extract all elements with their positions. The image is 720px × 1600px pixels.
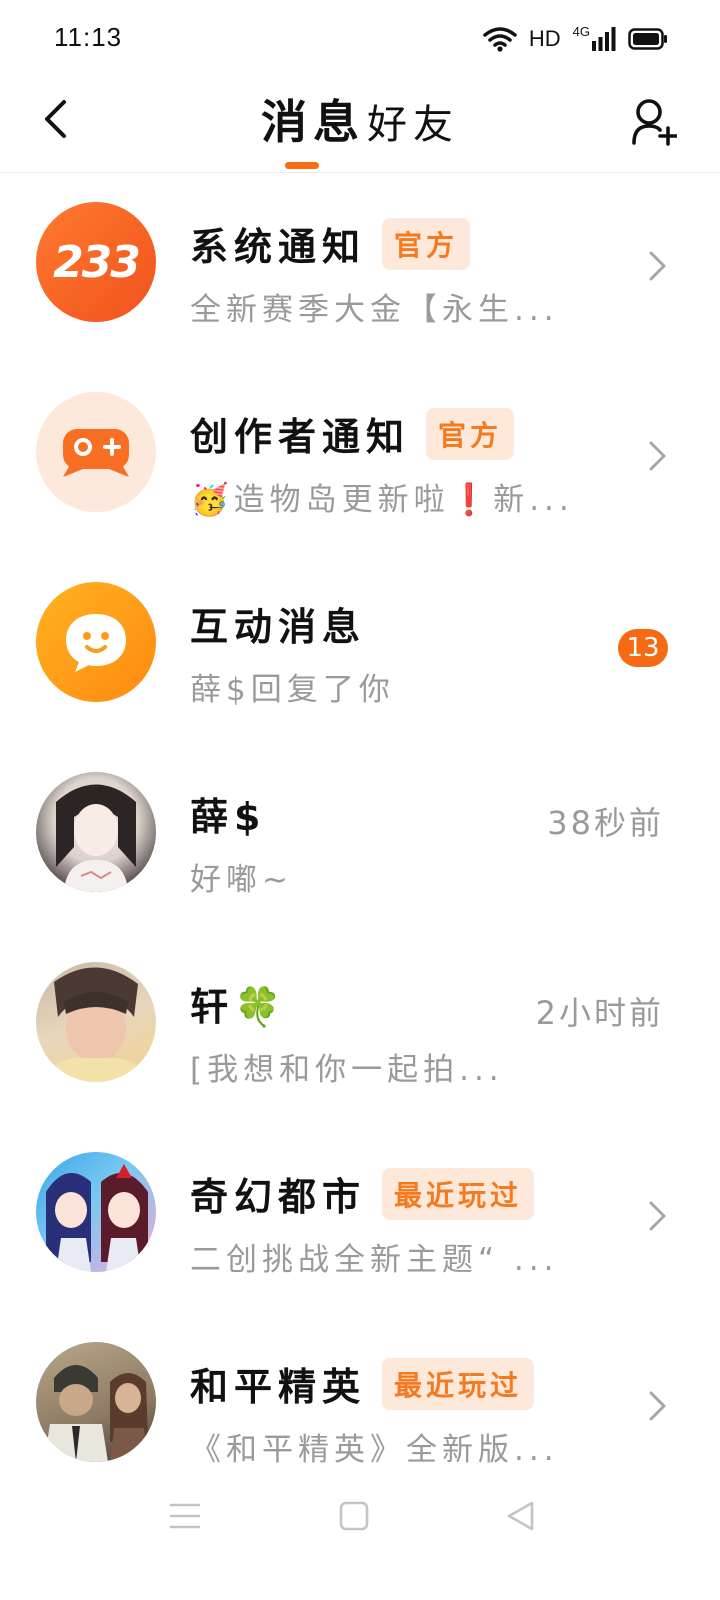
conversation-name: 互动消息 [190,605,367,649]
chevron-right-icon [649,1201,666,1231]
avatar-creator-notice [36,392,156,512]
gamepad-icon [63,429,129,477]
conversation-name: 轩🍀 [190,985,288,1029]
conversation-name: 系统通知 [190,225,367,269]
conversation-name: 和平精英 [190,1365,367,1409]
add-friend-button[interactable] [624,92,684,152]
avatar-system-notice: 233 [36,202,156,322]
message-preview: 二创挑战全新主题“ ... [190,1242,559,1278]
tab-messages[interactable]: 消息 [261,86,365,152]
recently-played-tag: 最近玩过 [382,1357,535,1410]
user-photo [56,784,136,892]
list-item-creator-notice[interactable]: 创作者通知 官方 🥳造物岛更新啦❗新... [0,362,720,552]
user-photo [46,967,146,1082]
official-tag: 官方 [426,407,515,460]
official-tag: 官方 [382,217,471,270]
tab-friends[interactable]: 好友 [367,92,459,150]
list-item-chat-xue[interactable]: 薛$ 好嘟~ 38秒前 [0,742,720,932]
chevron-right-icon [649,1391,666,1421]
avatar-game-cover [36,1342,156,1462]
chat-bubble-icon [66,614,126,672]
avatar-user-photo [36,772,156,892]
recently-played-tag: 最近玩过 [382,1167,535,1220]
back-triangle-icon [507,1501,534,1531]
avatar-user-photo [36,962,156,1082]
message-preview: 《和平精英》全新版... [190,1432,559,1468]
game-cover [44,1365,148,1462]
signal-icon [592,27,616,51]
battery-icon [628,28,667,50]
message-preview: 全新赛季大金【永生... [190,292,559,328]
chevron-right-icon [649,441,666,471]
list-item-game-peacekeeper-elite[interactable]: 和平精英 最近玩过 《和平精英》全新版... [0,1312,720,1502]
message-preview: 🥳造物岛更新啦❗新... [190,482,574,518]
message-preview: 好嘟~ [190,862,293,898]
home-square-icon [339,1501,369,1531]
wifi-icon [483,27,517,52]
network-type: 4G [572,23,590,39]
nav-home-button[interactable] [324,1486,384,1546]
list-item-game-fantasy-city[interactable]: 奇幻都市 最近玩过 二创挑战全新主题“ ... [0,1122,720,1312]
avatar-interaction [36,582,156,702]
game-cover [46,1164,148,1272]
message-time: 38秒前 [547,804,664,842]
conversation-name: 薛$ [190,795,267,839]
message-preview: 薛$回复了你 [190,672,395,708]
list-item-system-notice[interactable]: 233 系统通知 官方 全新赛季大金【永生... [0,172,720,362]
menu-icon [169,1503,201,1529]
nav-back-button[interactable] [490,1486,550,1546]
message-list: 233 系统通知 官方 全新赛季大金【永生... 创作者通知 官方 🥳造物岛更新… [0,172,720,1502]
nav-menu-button[interactable] [155,1486,215,1546]
status-icons: HD 4G [483,23,668,52]
list-item-interaction[interactable]: 互动消息 薛$回复了你 13 [0,552,720,742]
unread-count-badge: 13 [618,629,668,667]
tab-bar: 消息好友 [0,86,720,152]
header: 消息好友 [0,80,720,173]
status-time: 11:13 [54,22,123,52]
system-nav-bar [0,1486,720,1556]
conversation-name: 创作者通知 [190,415,411,459]
chevron-right-icon [649,251,666,281]
message-preview: [我想和你一起拍... [190,1052,504,1088]
add-user-icon [632,99,677,146]
list-item-chat-xuan[interactable]: 轩🍀 [我想和你一起拍... 2小时前 [0,932,720,1122]
hd-indicator: HD [528,26,561,51]
message-time: 2小时前 [535,994,664,1032]
233-logo-icon: 233 [53,236,141,288]
active-tab-indicator [285,162,319,169]
avatar-game-cover [36,1152,156,1272]
status-bar: 11:13 HD 4G [0,0,720,80]
conversation-name: 奇幻都市 [190,1175,367,1219]
